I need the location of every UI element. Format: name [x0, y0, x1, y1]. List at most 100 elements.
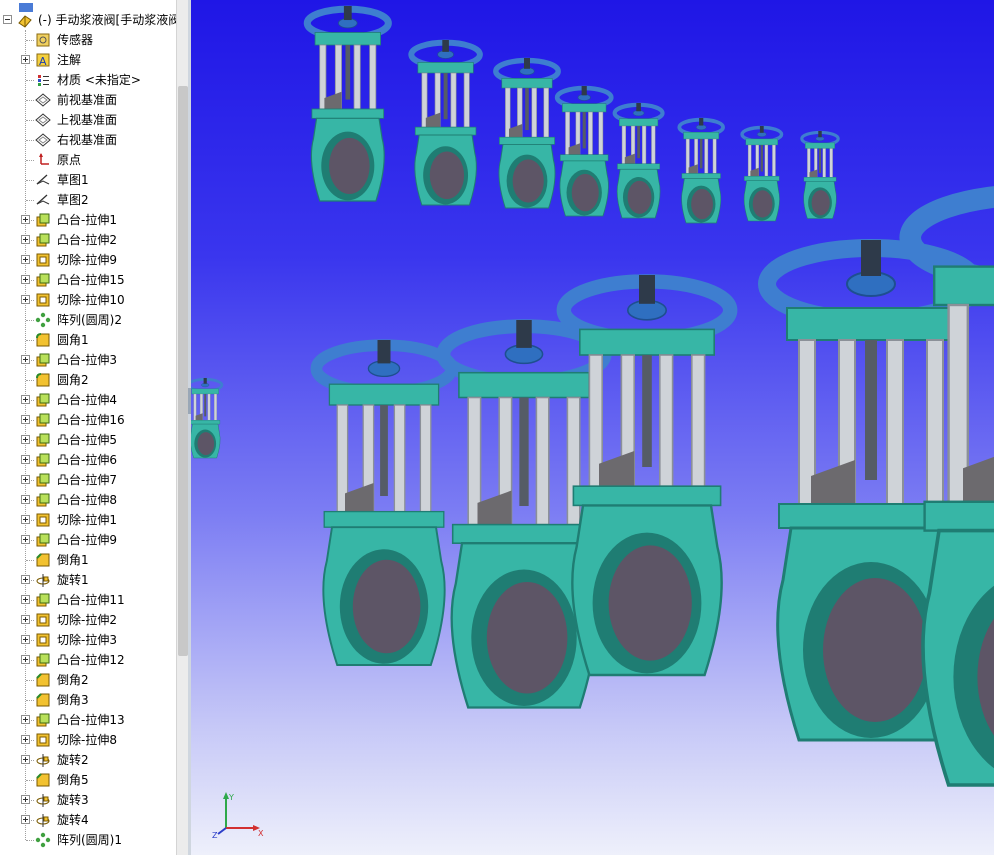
- expand-toggle[interactable]: [21, 455, 30, 464]
- expand-toggle[interactable]: [21, 755, 30, 764]
- tree-item-label: 切除-拉伸1: [57, 513, 117, 527]
- gate-valve-model[interactable]: [408, 39, 483, 206]
- tree-item[interactable]: 圆角2: [0, 370, 176, 390]
- expand-toggle[interactable]: [21, 55, 30, 64]
- expand-toggle[interactable]: [21, 575, 30, 584]
- expand-toggle[interactable]: [21, 415, 30, 424]
- tree-item[interactable]: 凸台-拉伸6: [0, 450, 176, 470]
- graphics-viewport[interactable]: [191, 0, 994, 855]
- tree-item[interactable]: 上视基准面: [0, 110, 176, 130]
- tree-item[interactable]: 凸台-拉伸9: [0, 530, 176, 550]
- triad-y-label: Y: [228, 793, 234, 802]
- tree-item[interactable]: 圆角1: [0, 330, 176, 350]
- expand-toggle[interactable]: [21, 295, 30, 304]
- tree-item[interactable]: 原点: [0, 150, 176, 170]
- gate-valve-model[interactable]: [740, 125, 784, 222]
- tree-item[interactable]: 凸台-拉伸3: [0, 350, 176, 370]
- tree-item[interactable]: 材质 <未指定>: [0, 70, 176, 90]
- boss-extrude-icon: [35, 212, 51, 228]
- tree-guide-tick: [26, 840, 34, 841]
- tree-item[interactable]: 凸台-拉伸11: [0, 590, 176, 610]
- tree-item[interactable]: 草图2: [0, 190, 176, 210]
- tree-item[interactable]: 凸台-拉伸2: [0, 230, 176, 250]
- tree-item[interactable]: 凸台-拉伸12: [0, 650, 176, 670]
- tree-item[interactable]: 凸台-拉伸7: [0, 470, 176, 490]
- gate-valve-model[interactable]: [303, 5, 392, 202]
- tree-item[interactable]: 倒角2: [0, 670, 176, 690]
- chamfer-icon: [35, 672, 51, 688]
- gate-valve-model[interactable]: [677, 117, 725, 224]
- expand-toggle[interactable]: [21, 735, 30, 744]
- expand-toggle[interactable]: [21, 595, 30, 604]
- reference-triad: Y X Z: [212, 790, 272, 840]
- expand-toggle[interactable]: [21, 635, 30, 644]
- expand-toggle[interactable]: [21, 615, 30, 624]
- tree-item[interactable]: 旋转4: [0, 810, 176, 830]
- sketch-icon: [35, 172, 51, 188]
- tree-item[interactable]: 凸台-拉伸13: [0, 710, 176, 730]
- gate-valve-model[interactable]: [554, 85, 614, 217]
- cut-extrude-icon: [35, 512, 51, 528]
- expand-toggle[interactable]: [21, 355, 30, 364]
- scrollbar-thumb[interactable]: [178, 86, 188, 656]
- tree-item[interactable]: 切除-拉伸10: [0, 290, 176, 310]
- collapse-toggle[interactable]: [3, 15, 12, 24]
- tree-item-label: 凸台-拉伸9: [57, 533, 117, 547]
- tree-root[interactable]: (-) 手动浆液阀[手动浆液阀: [0, 10, 176, 30]
- tree-item[interactable]: 旋转3: [0, 790, 176, 810]
- tree-item[interactable]: 阵列(圆周)1: [0, 830, 176, 850]
- tree-item[interactable]: 切除-拉伸3: [0, 630, 176, 650]
- chamfer-icon: [35, 692, 51, 708]
- expand-toggle[interactable]: [21, 795, 30, 804]
- tree-guide-tick: [26, 320, 34, 321]
- tree-item[interactable]: 凸台-拉伸1: [0, 210, 176, 230]
- tree-item[interactable]: 凸台-拉伸4: [0, 390, 176, 410]
- tree-item[interactable]: 传感器: [0, 30, 176, 50]
- gate-valve-model[interactable]: [310, 339, 458, 666]
- circular-pattern-icon: [35, 312, 51, 328]
- expand-toggle[interactable]: [21, 715, 30, 724]
- tree-item[interactable]: 旋转2: [0, 750, 176, 770]
- tree-item[interactable]: 阵列(圆周)2: [0, 310, 176, 330]
- tree-item[interactable]: 凸台-拉伸16: [0, 410, 176, 430]
- expand-toggle[interactable]: [21, 515, 30, 524]
- tree-item[interactable]: 倒角1: [0, 550, 176, 570]
- expand-toggle[interactable]: [21, 395, 30, 404]
- gate-valve-model[interactable]: [800, 130, 840, 219]
- expand-toggle[interactable]: [21, 235, 30, 244]
- expand-toggle[interactable]: [21, 535, 30, 544]
- tree-item-label: 凸台-拉伸15: [57, 273, 125, 287]
- gate-valve-model[interactable]: [191, 377, 224, 459]
- tree-item[interactable]: 旋转1: [0, 570, 176, 590]
- tree-item[interactable]: 右视基准面: [0, 130, 176, 150]
- gate-valve-model[interactable]: [493, 57, 561, 209]
- tree-item[interactable]: 倒角3: [0, 690, 176, 710]
- expand-toggle[interactable]: [21, 475, 30, 484]
- expand-toggle[interactable]: [21, 815, 30, 824]
- tree-item[interactable]: 切除-拉伸9: [0, 250, 176, 270]
- tree-item[interactable]: 切除-拉伸8: [0, 730, 176, 750]
- tree-item[interactable]: 倒角5: [0, 770, 176, 790]
- tree-item[interactable]: 切除-拉伸1: [0, 510, 176, 530]
- gate-valve-model[interactable]: [612, 102, 665, 219]
- tree-item[interactable]: 草图1: [0, 170, 176, 190]
- tree-item-label: 上视基准面: [57, 113, 118, 127]
- tree-item[interactable]: 凸台-拉伸8: [0, 490, 176, 510]
- expand-toggle[interactable]: [21, 495, 30, 504]
- tree-item[interactable]: 凸台-拉伸15: [0, 270, 176, 290]
- expand-toggle[interactable]: [21, 255, 30, 264]
- expand-toggle[interactable]: [21, 275, 30, 284]
- expand-toggle[interactable]: [21, 435, 30, 444]
- tree-item[interactable]: 凸台-拉伸5: [0, 430, 176, 450]
- tree-item[interactable]: 前视基准面: [0, 90, 176, 110]
- tree-guide-tick: [26, 80, 34, 81]
- tree-guide-tick: [26, 380, 34, 381]
- expand-toggle[interactable]: [21, 215, 30, 224]
- expand-toggle[interactable]: [21, 655, 30, 664]
- tree-guide-tick: [26, 120, 34, 121]
- gate-valve-model[interactable]: [556, 274, 738, 677]
- chamfer-icon: [35, 772, 51, 788]
- tree-item[interactable]: A 注解: [0, 50, 176, 70]
- tree-item[interactable]: 切除-拉伸2: [0, 610, 176, 630]
- gate-valve-model[interactable]: [436, 319, 612, 709]
